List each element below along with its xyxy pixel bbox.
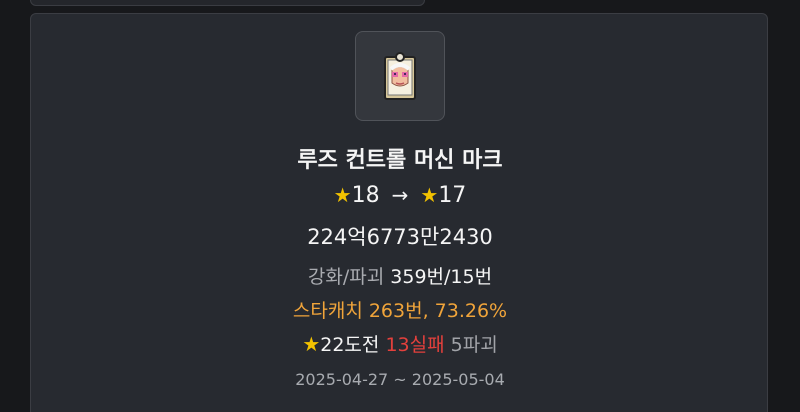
ratio-value: 359번/15번 (390, 266, 493, 288)
app-viewport: 루즈 컨트롤 머신 마크 ★18 → ★17 224억6773만2430 강화/… (0, 0, 800, 412)
face-accessory-icon (384, 52, 416, 100)
to-star-level: 17 (438, 183, 467, 208)
ratio-label: 강화/파괴 (307, 266, 385, 288)
challenge-attempt: 22도전 (320, 334, 380, 356)
enhancement-result-card: 루즈 컨트롤 머신 마크 ★18 → ★17 224억6773만2430 강화/… (30, 13, 768, 412)
item-name: 루즈 컨트롤 머신 마크 (297, 148, 503, 173)
enhance-destroy-ratio: 강화/파괴 359번/15번 (31, 262, 769, 289)
date-range: 2025-04-27 ~ 2025-05-04 (295, 370, 505, 389)
challenge-summary: ★22도전 13실패 5파괴 (31, 330, 769, 357)
challenge-destroy-count: 5파괴 (450, 334, 498, 356)
meso-cost: 224억6773만2430 (307, 225, 493, 249)
arrow-right-icon: → (391, 183, 409, 207)
from-star-level: 18 (351, 183, 380, 208)
starcatch-summary: 스타캐치 263번, 73.26% (292, 300, 508, 322)
previous-result-card-edge (30, 0, 425, 6)
star-change: ★18 → ★17 (31, 183, 769, 208)
item-icon-box (355, 31, 445, 121)
challenge-fail-count: 13실패 (385, 334, 445, 356)
to-star-icon: ★ (420, 183, 439, 207)
from-star-icon: ★ (333, 183, 352, 207)
challenge-star-icon: ★ (302, 332, 321, 356)
